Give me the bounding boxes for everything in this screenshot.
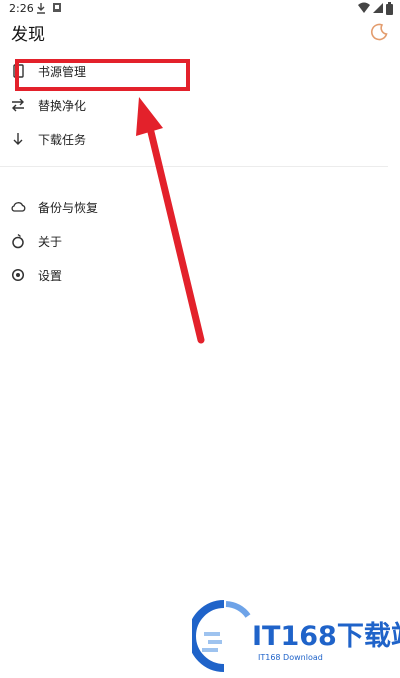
annotation-arrow: [136, 97, 205, 344]
watermark: IT168下载站 IT168 Download: [188, 598, 400, 674]
watermark-logo-icon: [188, 600, 251, 672]
watermark-subtext: IT168 Download: [258, 653, 323, 662]
watermark-text: IT168下载站: [252, 621, 400, 652]
